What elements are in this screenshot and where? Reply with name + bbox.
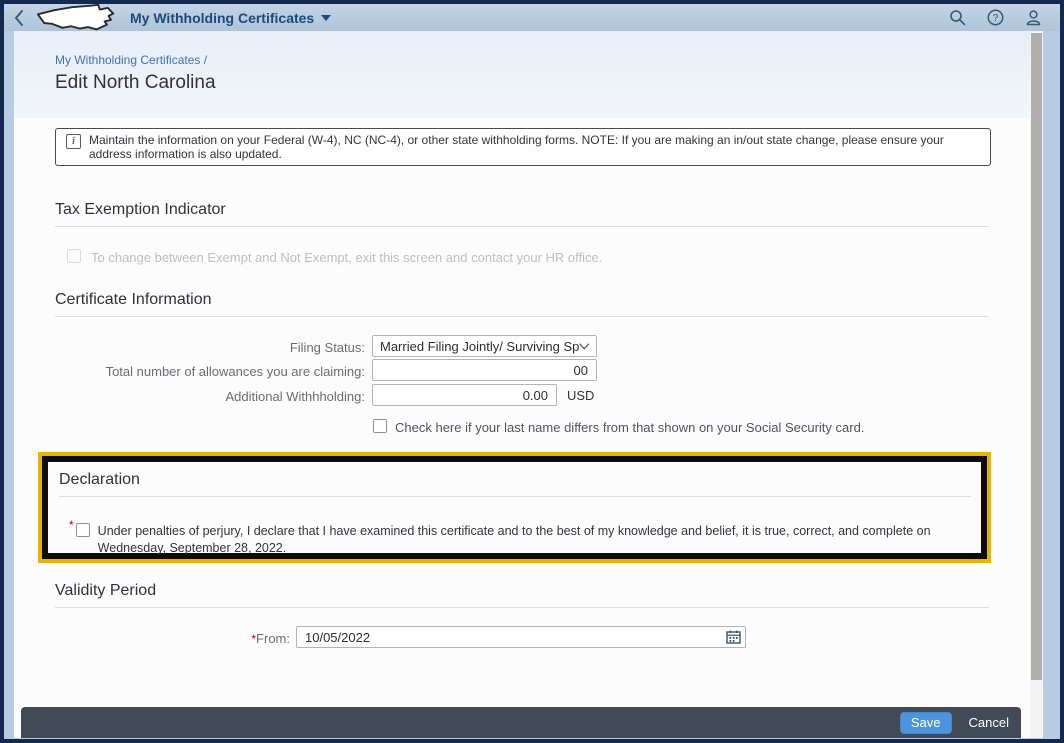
section-title-validity-period: Validity Period [55, 582, 156, 600]
declaration-highlight-box: Declaration * Under penalties of perjury… [38, 452, 991, 563]
app-title: My Withholding Certificates [130, 10, 314, 26]
section-title-declaration: Declaration [59, 471, 140, 489]
additional-withholding-input[interactable] [372, 384, 557, 406]
allowances-label: Total number of allowances you are claim… [55, 364, 365, 379]
svg-text:?: ? [993, 13, 999, 24]
filing-status-select[interactable]: Married Filing Jointly/ Surviving Sp... [372, 335, 597, 357]
page-title: Edit North Carolina [55, 72, 216, 94]
from-label: From: [256, 631, 290, 646]
search-icon[interactable] [949, 9, 966, 26]
required-marker: * [69, 518, 74, 532]
from-label-wrap: *From: [55, 630, 290, 648]
from-date-input[interactable] [296, 626, 746, 648]
save-button[interactable]: Save [900, 712, 952, 734]
declaration-checkbox[interactable] [76, 523, 90, 537]
info-message-strip: i Maintain the information on your Feder… [55, 128, 991, 166]
shell-actions: ? [949, 9, 1042, 26]
profile-icon[interactable] [1025, 9, 1042, 26]
name-differs-label: Check here if your last name differs fro… [395, 420, 864, 435]
declaration-section: Declaration * Under penalties of perjury… [48, 462, 981, 553]
currency-label: USD [567, 388, 594, 403]
information-icon: i [66, 134, 81, 149]
name-differs-checkbox[interactable] [373, 419, 387, 433]
footer-toolbar: Save Cancel [21, 707, 1021, 738]
breadcrumb[interactable]: My Withholding Certificates / [55, 53, 207, 67]
filing-status-label: Filing Status: [55, 340, 365, 355]
chevron-down-icon [321, 15, 331, 21]
additional-withholding-label: Additional Withhholding: [55, 389, 365, 404]
declaration-row: * Under penalties of perjury, I declare … [69, 521, 982, 557]
section-divider [59, 496, 971, 497]
scrollbar-thumb[interactable] [1031, 33, 1042, 680]
section-title-certificate-information: Certificate Information [55, 291, 212, 309]
declaration-text: Under penalties of perjury, I declare th… [98, 523, 982, 557]
section-divider [55, 226, 989, 227]
section-title-tax-exemption: Tax Exemption Indicator [55, 201, 226, 219]
north-carolina-logo-icon [34, 4, 118, 31]
chevron-down-icon [579, 343, 589, 350]
section-divider [55, 607, 989, 608]
shell-header: My Withholding Certificates ? [4, 4, 1060, 31]
from-date-field [296, 626, 746, 648]
tax-exemption-checkbox [67, 249, 81, 263]
section-divider [55, 316, 989, 317]
back-icon[interactable] [10, 8, 28, 28]
cancel-button[interactable]: Cancel [965, 713, 1013, 732]
allowances-input[interactable] [372, 359, 597, 381]
info-message-text: Maintain the information on your Federal… [89, 129, 990, 161]
help-icon[interactable]: ? [987, 9, 1004, 26]
tax-exemption-note: To change between Exempt and Not Exempt,… [91, 250, 602, 265]
calendar-icon[interactable] [726, 630, 741, 644]
app-title-menu[interactable]: My Withholding Certificates [130, 10, 331, 26]
filing-status-value: Married Filing Jointly/ Surviving Sp... [380, 339, 579, 354]
